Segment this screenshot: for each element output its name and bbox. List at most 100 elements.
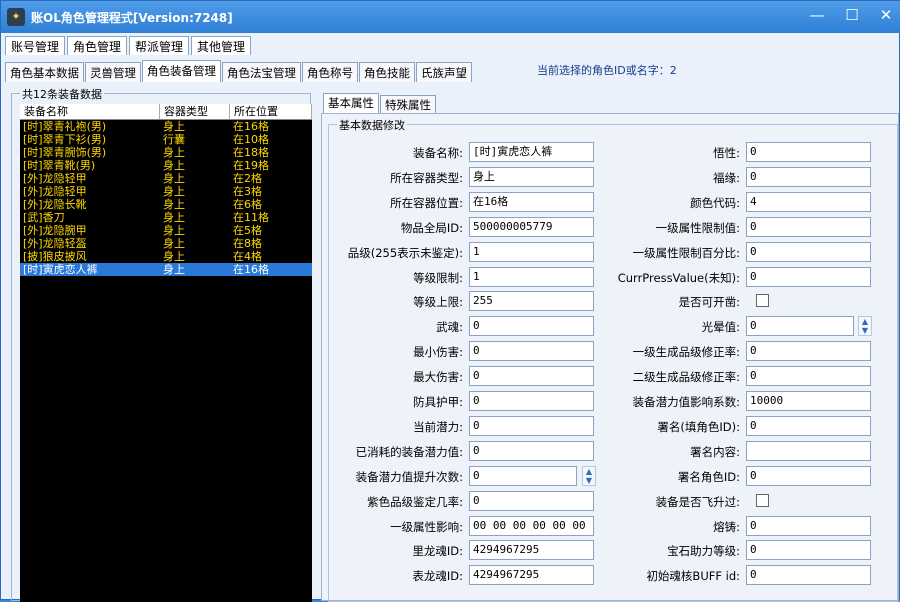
field-input[interactable]: 0 (746, 415, 871, 436)
tab-pet[interactable]: 灵兽管理 (85, 62, 141, 82)
close-icon[interactable]: ✕ (873, 5, 899, 27)
field-input[interactable]: 00 00 00 00 00 00 00 (469, 515, 594, 536)
field-label: 光晕值: (701, 320, 740, 335)
list-item[interactable]: [外]龙隐轻盔 身上 在8格 (20, 237, 312, 250)
header-position[interactable]: 所在位置 (230, 104, 312, 119)
tab-titles[interactable]: 角色称号 (302, 62, 358, 82)
field-input[interactable]: 10000 (746, 391, 871, 411)
field-input[interactable]: 0 (746, 341, 871, 362)
field-input[interactable]: 身上 (469, 166, 594, 187)
list-rows: [时]翠青礼袍(男) 身上 在16格 [时]翠青下衫(男) 行囊 在10格 [时]翠青腕饰(… (20, 120, 312, 276)
menu-guild[interactable]: 帮派管理 (129, 36, 190, 55)
maximize-icon[interactable]: ☐ (839, 5, 865, 27)
field-input[interactable]: 4 (746, 191, 871, 212)
tab-basic-data[interactable]: 角色基本数据 (5, 62, 84, 82)
list-item[interactable]: [外]龙隐腕甲 身上 在5格 (20, 224, 312, 237)
item-container: 身上 (163, 172, 185, 185)
header-type[interactable]: 容器类型 (160, 104, 230, 119)
field-label: 宝石助力等级: (667, 544, 740, 559)
field-input[interactable]: 0 (746, 565, 871, 586)
field-input[interactable]: [时]寅虎恋人裤 (469, 142, 594, 162)
field-label: 装备是否飞升过: (655, 494, 740, 509)
field-input[interactable]: 0 (469, 415, 594, 436)
tab-special-attributes[interactable]: 特殊属性 (380, 95, 436, 113)
list-item[interactable]: [武]香刀 身上 在11格 (20, 211, 312, 224)
subtab-bar: 角色基本数据 灵兽管理 角色装备管理 角色法宝管理 角色称号 角色技能 氏族声望 (5, 60, 473, 82)
item-name: [外]龙隐腕甲 (23, 224, 87, 237)
list-item[interactable]: [外]龙隐轻甲 身上 在3格 (20, 185, 312, 198)
item-name: [外]龙隐轻甲 (23, 185, 87, 198)
minimize-icon[interactable]: — (804, 5, 830, 27)
list-item[interactable]: [时]寅虎恋人裤 身上 在16格 (20, 263, 312, 276)
item-name: [时]寅虎恋人裤 (23, 263, 98, 276)
item-name: [披]狼皮披风 (23, 250, 87, 263)
title-bar[interactable]: ✦ 账OL角色管理程式[Version:7248] — ☐ ✕ (1, 1, 900, 33)
field-input[interactable]: 1 (469, 241, 594, 262)
item-container: 身上 (163, 224, 185, 237)
field-input[interactable]: 0 (746, 515, 871, 536)
field-input[interactable]: 0 (746, 266, 871, 287)
field-input[interactable]: 1 (469, 266, 594, 287)
spinner-icon[interactable]: ▲ ▼ (582, 465, 596, 486)
tab-clan-reputation[interactable]: 氏族声望 (416, 62, 472, 82)
field-input[interactable] (746, 440, 871, 461)
list-item[interactable]: [时]翠青腕饰(男) 身上 在18格 (20, 146, 312, 159)
tab-skills[interactable]: 角色技能 (359, 62, 415, 82)
item-container: 身上 (163, 159, 185, 172)
field-label: 紫色品级鉴定几率: (367, 494, 463, 509)
header-name[interactable]: 装备名称 (20, 104, 160, 119)
field-input[interactable]: 在16格 (469, 191, 594, 212)
field-input[interactable]: 0 (469, 440, 594, 461)
checkbox[interactable] (756, 493, 769, 507)
window-title: 账OL角色管理程式[Version:7248] (31, 11, 233, 25)
field-input[interactable]: 0 (746, 465, 871, 486)
field-input[interactable]: 0 (746, 540, 871, 561)
checkbox[interactable] (756, 294, 769, 308)
field-label: 颜色代码: (690, 195, 740, 210)
item-slot: 在16格 (233, 263, 269, 276)
field-input[interactable]: 4294967295 (469, 565, 594, 586)
tab-magic-weapon[interactable]: 角色法宝管理 (222, 62, 301, 82)
field-input[interactable]: 4294967295 (469, 540, 594, 561)
field-label: 最大伤害: (413, 370, 463, 385)
field-input[interactable]: 255 (469, 291, 594, 312)
field-input[interactable]: 0 (469, 490, 594, 511)
field-label: 一级属性限制百分比: (632, 245, 740, 260)
field-input[interactable]: 0 (469, 391, 594, 411)
item-container: 身上 (163, 185, 185, 198)
field-input[interactable]: 0 (746, 366, 871, 387)
field-input[interactable]: 0 (469, 465, 577, 486)
field-input[interactable]: 0 (469, 341, 594, 362)
item-container: 行囊 (163, 133, 185, 146)
list-item[interactable]: [披]狼皮披风 身上 在4格 (20, 250, 312, 263)
field-label: 二级生成品级修正率: (632, 370, 740, 385)
list-item[interactable]: [外]龙隐长靴 身上 在6格 (20, 198, 312, 211)
spinner-icon[interactable]: ▲ ▼ (858, 316, 872, 337)
field-label: 福缘: (713, 170, 740, 185)
equipment-list[interactable]: 装备名称 容器类型 所在位置 [时]翠青礼袍(男) 身上 在16格 [时]翠青下衫(男… (20, 104, 312, 602)
menu-character[interactable]: 角色管理 (67, 36, 128, 55)
item-name: [外]龙隐长靴 (23, 198, 87, 211)
field-input[interactable]: 0 (746, 241, 871, 262)
field-label: 初始魂核BUFF id: (646, 569, 740, 584)
field-input[interactable]: 0 (746, 166, 871, 187)
list-item[interactable]: [时]翠青靴(男) 身上 在19格 (20, 159, 312, 172)
list-item[interactable]: [外]龙隐轻甲 身上 在2格 (20, 172, 312, 185)
item-name: [武]香刀 (23, 211, 65, 224)
tab-equipment[interactable]: 角色装备管理 (142, 60, 221, 82)
tab-basic-attributes[interactable]: 基本属性 (323, 93, 379, 113)
menu-account[interactable]: 账号管理 (5, 36, 66, 55)
list-item[interactable]: [时]翠青下衫(男) 行囊 在10格 (20, 133, 312, 146)
item-slot: 在16格 (233, 120, 269, 133)
item-container: 身上 (163, 211, 185, 224)
menu-other[interactable]: 其他管理 (191, 36, 252, 55)
list-item[interactable]: [时]翠青礼袍(男) 身上 在16格 (20, 120, 312, 133)
field-input[interactable]: 0 (469, 366, 594, 387)
item-slot: 在10格 (233, 133, 269, 146)
field-input[interactable]: 0 (746, 142, 871, 162)
field-input[interactable]: 0 (746, 316, 854, 337)
field-input[interactable]: 0 (469, 316, 594, 337)
item-name: [时]翠青靴(男) (23, 159, 96, 172)
field-input[interactable]: 500000005779 (469, 216, 594, 237)
field-input[interactable]: 0 (746, 216, 871, 237)
